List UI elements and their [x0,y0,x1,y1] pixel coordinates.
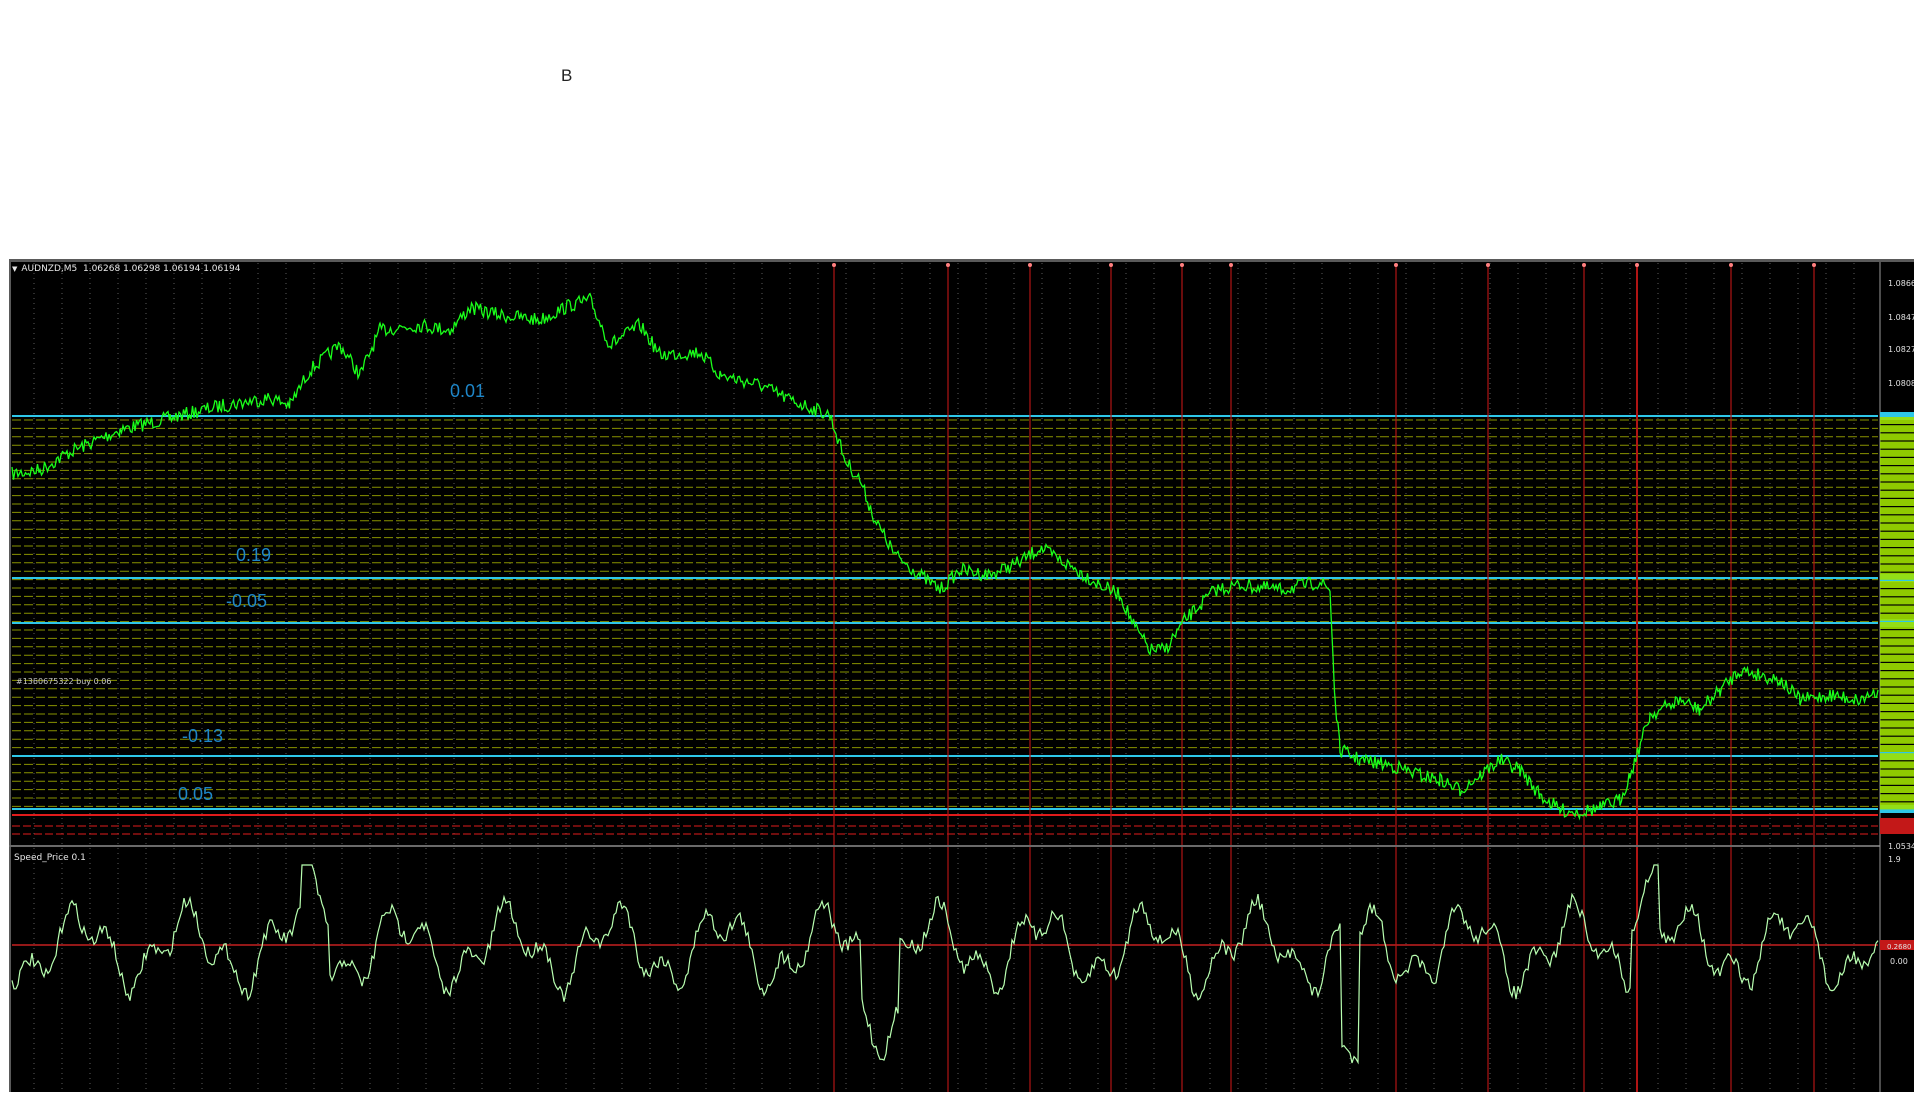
axis-price-badge [1880,531,1914,539]
marker-dot [1486,263,1490,267]
axis-price-badge [1880,638,1914,646]
marker-dot [832,263,836,267]
axis-price-badge [1880,671,1914,679]
axis-stop-badge [1880,818,1914,834]
axis-price-badge [1880,540,1914,547]
price-axis-tick: 1.0808 [1888,379,1914,388]
indicator-axis-tick: 1.9 [1888,855,1901,864]
axis-price-badge [1880,515,1914,523]
chevron-down-icon[interactable]: ▼ [12,265,17,273]
axis-price-badge [1880,745,1914,752]
axis-price-badge [1880,564,1914,572]
axis-price-badge [1880,507,1914,515]
axis-price-badge [1880,704,1914,711]
axis-price-badge [1880,630,1914,638]
marker-dot [1028,263,1032,267]
axis-price-badge [1880,441,1914,449]
axis-price-badge [1880,474,1914,482]
indicator-current-value: 0.2680 [1887,943,1912,951]
level-label: 0.01 [450,381,486,401]
axis-price-badge [1880,679,1914,687]
marker-dot [1109,263,1113,267]
axis-price-badge [1880,466,1914,474]
axis-price-badge [1880,753,1914,761]
axis-price-badge [1880,712,1914,720]
marker-dot [1635,263,1639,267]
price-axis-tick: 1.0847 [1888,313,1914,322]
axis-price-badge [1880,663,1914,670]
marker-dot [1582,263,1586,267]
axis-price-badge [1880,499,1914,506]
indicator-series-line [11,864,1879,1065]
axis-price-badge [1880,786,1914,793]
axis-price-badge [1880,794,1914,802]
axis-price-badge [1880,613,1914,621]
chart-header: ▼ AUDNZD,M5 1.06268 1.06298 1.06194 1.061… [12,264,240,274]
axis-price-badge [1880,687,1914,695]
level-label: -0.13 [182,726,224,746]
axis-price-badge [1880,556,1914,564]
axis-price-badge [1880,695,1914,703]
axis-price-badge [1880,605,1914,613]
price-axis-tick: 1.0866 [1888,279,1914,288]
axis-price-badge [1880,622,1914,629]
order-label: #1360675322 buy 0.06 [16,677,112,686]
axis-price-badge [1880,417,1914,424]
level-label: 0.05 [178,784,214,804]
axis-price-badge [1880,548,1914,556]
level-label: -0.05 [226,591,268,611]
marker-dot [1729,263,1733,267]
axis-price-badge [1880,802,1914,810]
axis-price-badge [1880,597,1914,605]
axis-price-badge [1880,720,1914,728]
marker-dot [946,263,950,267]
symbol-label: AUDNZD,M5 [21,264,78,274]
axis-price-badge [1880,449,1914,457]
price-axis-tick: 1.0534 [1888,842,1914,851]
price-axis-badges [1880,412,1914,950]
axis-price-badge [1880,490,1914,498]
marker-dot [1394,263,1398,267]
level-label: 0.19 [236,545,272,565]
axis-price-badge [1880,433,1914,441]
axis-price-badge [1880,425,1914,433]
horizontal-levels [12,415,1878,946]
axis-price-badge [1880,728,1914,736]
marker-dot [1229,263,1233,267]
axis-price-badge [1880,458,1914,465]
chart-canvas[interactable]: 1.0866 1.0847 1.0827 1.0808 1.0534 1.9 0… [0,0,1914,1100]
axis-price-badge [1880,572,1914,580]
axis-price-badge [1880,523,1914,531]
marker-dot [1180,263,1184,267]
axis-price-badge [1880,777,1914,785]
indicator-axis-tick: 0.00 [1890,957,1908,966]
axis-price-badge [1880,736,1914,744]
indicator-header: Speed_Price 0.1 [14,853,86,863]
axis-price-badge [1880,646,1914,654]
axis-price-badge [1880,654,1914,662]
marker-dot [1812,263,1816,267]
axis-price-badge [1880,761,1914,769]
grid-layer [33,263,1855,1092]
axis-price-badge [1880,581,1914,588]
ohlc-values: 1.06268 1.06298 1.06194 1.06194 [82,264,241,274]
axis-price-badge [1880,589,1914,597]
axis-price-badge [1880,482,1914,490]
price-axis-tick: 1.0827 [1888,345,1914,354]
axis-price-badge [1880,769,1914,777]
